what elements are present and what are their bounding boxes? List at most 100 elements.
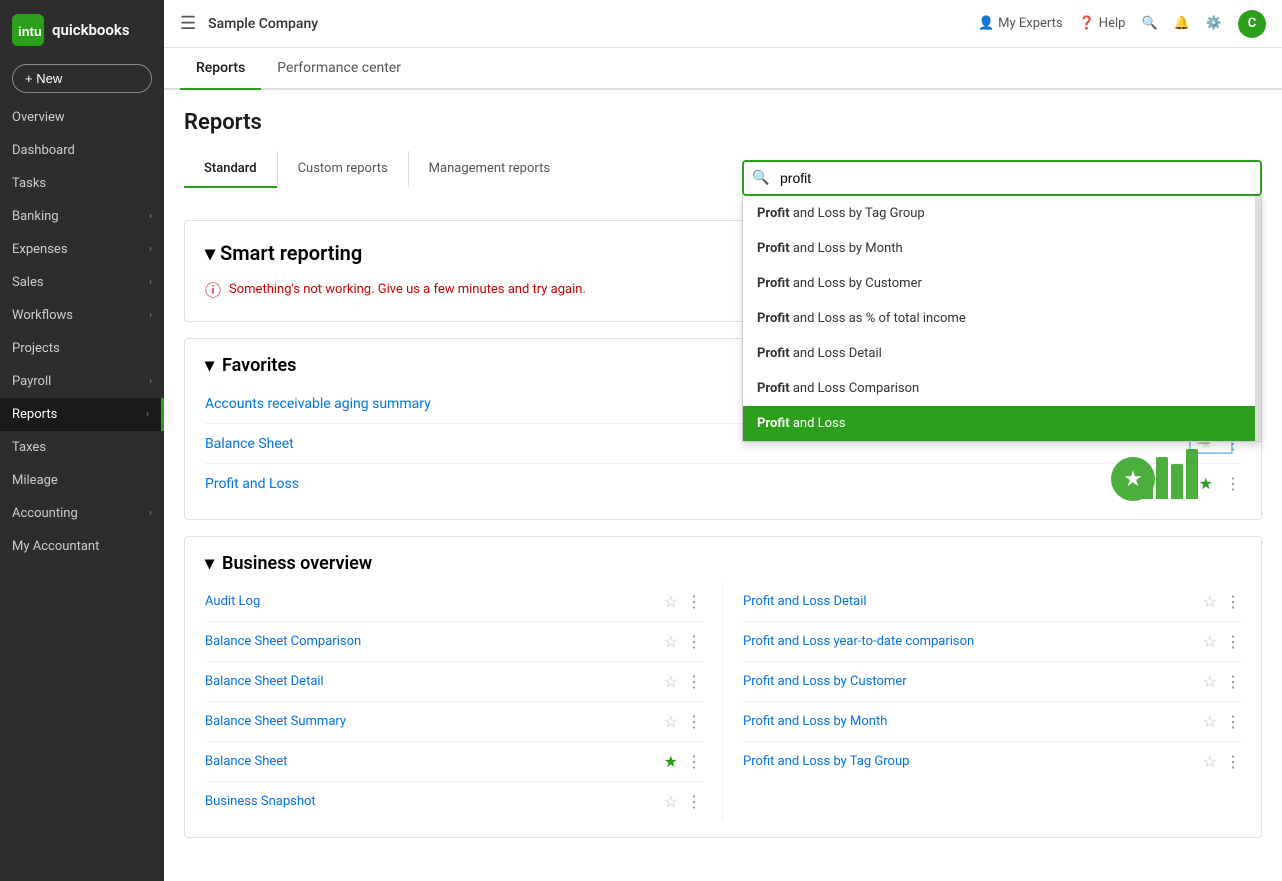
notifications-button[interactable]: 🔔 <box>1174 16 1190 31</box>
biz-report-name[interactable]: Audit Log <box>205 594 260 609</box>
biz-list-item: Balance Sheet Summary ☆ ⋮ <box>205 702 702 742</box>
search-input-icon: 🔍 <box>752 170 769 186</box>
tab-reports[interactable]: Reports <box>180 48 261 90</box>
dropdown-bold: Profit <box>757 311 790 326</box>
new-button[interactable]: + New <box>12 64 152 93</box>
dropdown-item-profit-loss-detail[interactable]: Profit and Loss Detail <box>743 336 1261 371</box>
biz-more-icon[interactable]: ⋮ <box>686 632 702 651</box>
my-experts-label: My Experts <box>998 16 1062 31</box>
biz-star-icon[interactable]: ☆ <box>1203 752 1217 771</box>
biz-report-name[interactable]: Profit and Loss by Tag Group <box>743 754 909 769</box>
settings-button[interactable]: ⚙️ <box>1206 16 1222 31</box>
sidebar-item-accounting[interactable]: Accounting › <box>0 497 164 530</box>
biz-star-icon[interactable]: ☆ <box>1203 632 1217 651</box>
sidebar-item-sales[interactable]: Sales › <box>0 266 164 299</box>
sidebar-item-overview[interactable]: Overview <box>0 101 164 134</box>
fav-report-name[interactable]: Accounts receivable aging summary <box>205 396 431 412</box>
sidebar-item-projects[interactable]: Projects <box>0 332 164 365</box>
biz-report-name[interactable]: Profit and Loss by Customer <box>743 674 907 689</box>
biz-report-name[interactable]: Balance Sheet Summary <box>205 714 346 729</box>
dropdown-bold: Profit <box>757 346 790 361</box>
search-input[interactable] <box>742 160 1262 196</box>
dropdown-scrollbar[interactable] <box>1255 196 1261 441</box>
biz-report-name[interactable]: Profit and Loss by Month <box>743 714 887 729</box>
biz-more-icon[interactable]: ⋮ <box>1225 752 1241 771</box>
dropdown-item-profit-loss-pct[interactable]: Profit and Loss as % of total income <box>743 301 1261 336</box>
sidebar-chevron-icon: › <box>149 244 152 255</box>
biz-more-icon[interactable]: ⋮ <box>686 792 702 811</box>
sidebar-label: Mileage <box>12 473 58 488</box>
biz-report-name[interactable]: Business Snapshot <box>205 794 316 809</box>
biz-star-icon[interactable]: ★ <box>664 752 678 771</box>
sidebar-item-taxes[interactable]: Taxes <box>0 431 164 464</box>
biz-more-icon[interactable]: ⋮ <box>686 672 702 691</box>
sidebar-item-expenses[interactable]: Expenses › <box>0 233 164 266</box>
main-content: ☰ Sample Company 👤 My Experts ❓ Help 🔍 🔔… <box>164 0 1282 881</box>
my-experts-button[interactable]: 👤 My Experts <box>978 16 1063 31</box>
sidebar-item-mileage[interactable]: Mileage <box>0 464 164 497</box>
biz-item-actions: ☆ ⋮ <box>664 672 702 691</box>
search-wrapper: 🔍 Profit and Loss by Tag GroupProfit and… <box>742 160 1262 196</box>
dropdown-item-profit-loss-month[interactable]: Profit and Loss by Month <box>743 231 1261 266</box>
biz-list-item: Balance Sheet Detail ☆ ⋮ <box>205 662 702 702</box>
biz-item-actions: ☆ ⋮ <box>1203 752 1241 771</box>
sidebar-chevron-icon: › <box>149 211 152 222</box>
biz-list-item: Profit and Loss by Customer ☆ ⋮ <box>743 662 1241 702</box>
help-button[interactable]: ❓ Help <box>1079 16 1126 31</box>
biz-report-name[interactable]: Balance Sheet <box>205 754 287 769</box>
biz-more-icon[interactable]: ⋮ <box>686 712 702 731</box>
dropdown-bold: Profit <box>757 206 790 221</box>
sidebar-chevron-icon: › <box>149 508 152 519</box>
business-overview-section: ▾ Business overview Audit Log ☆ ⋮ Balanc… <box>184 536 1262 838</box>
my-experts-icon: 👤 <box>978 16 994 31</box>
dropdown-item-profit-loss-comparison[interactable]: Profit and Loss Comparison <box>743 371 1261 406</box>
fav-report-name[interactable]: Balance Sheet <box>205 436 294 452</box>
biz-col-right: Profit and Loss Detail ☆ ⋮ Profit and Lo… <box>723 582 1241 821</box>
biz-star-icon[interactable]: ☆ <box>664 632 678 651</box>
biz-more-icon[interactable]: ⋮ <box>1225 712 1241 731</box>
sidebar-item-tasks[interactable]: Tasks <box>0 167 164 200</box>
biz-report-name[interactable]: Profit and Loss year-to-date comparison <box>743 634 974 649</box>
error-icon: ⓘ <box>205 277 221 301</box>
biz-report-name[interactable]: Profit and Loss Detail <box>743 594 867 609</box>
sidebar-item-reports[interactable]: Reports › <box>0 398 164 431</box>
biz-star-icon[interactable]: ☆ <box>1203 592 1217 611</box>
dropdown-item-profit-loss-customer[interactable]: Profit and Loss by Customer <box>743 266 1261 301</box>
biz-list-item: Profit and Loss by Tag Group ☆ ⋮ <box>743 742 1241 781</box>
dropdown-item-profit-loss-tag[interactable]: Profit and Loss by Tag Group <box>743 196 1261 231</box>
biz-more-icon[interactable]: ⋮ <box>1225 592 1241 611</box>
sidebar-item-dashboard[interactable]: Dashboard <box>0 134 164 167</box>
sidebar-item-payroll[interactable]: Payroll › <box>0 365 164 398</box>
biz-star-icon[interactable]: ☆ <box>1203 712 1217 731</box>
biz-report-name[interactable]: Balance Sheet Detail <box>205 674 324 689</box>
report-tab-management-reports[interactable]: Management reports <box>408 151 570 188</box>
biz-report-name[interactable]: Balance Sheet Comparison <box>205 634 361 649</box>
sidebar-label: Overview <box>12 110 65 125</box>
sidebar-item-banking[interactable]: Banking › <box>0 200 164 233</box>
biz-more-icon[interactable]: ⋮ <box>686 752 702 771</box>
biz-star-icon[interactable]: ☆ <box>664 712 678 731</box>
biz-star-icon[interactable]: ☆ <box>664 792 678 811</box>
user-avatar[interactable]: C <box>1238 10 1266 38</box>
gear-icon: ⚙️ <box>1206 16 1222 31</box>
report-tab-custom-reports[interactable]: Custom reports <box>277 151 408 188</box>
biz-more-icon[interactable]: ⋮ <box>1225 632 1241 651</box>
report-tabs: StandardCustom reportsManagement reports <box>184 151 570 188</box>
dropdown-item-profit-loss[interactable]: Profit and Loss <box>743 406 1261 441</box>
biz-star-icon[interactable]: ☆ <box>664 672 678 691</box>
biz-star-icon[interactable]: ☆ <box>664 592 678 611</box>
hamburger-icon[interactable]: ☰ <box>180 13 196 34</box>
report-tab-standard[interactable]: Standard <box>184 151 277 188</box>
biz-list-item: Balance Sheet Comparison ☆ ⋮ <box>205 622 702 662</box>
tab-performance-center[interactable]: Performance center <box>261 48 417 90</box>
biz-more-icon[interactable]: ⋮ <box>686 592 702 611</box>
biz-item-actions: ☆ ⋮ <box>1203 672 1241 691</box>
biz-list-item: Business Snapshot ☆ ⋮ <box>205 782 702 821</box>
favorites-title: Favorites <box>222 355 296 376</box>
sidebar-item-workflows[interactable]: Workflows › <box>0 299 164 332</box>
biz-more-icon[interactable]: ⋮ <box>1225 672 1241 691</box>
sidebar-item-my-accountant[interactable]: My Accountant <box>0 530 164 563</box>
search-button[interactable]: 🔍 <box>1141 16 1157 31</box>
fav-report-name[interactable]: Profit and Loss <box>205 476 299 492</box>
biz-star-icon[interactable]: ☆ <box>1203 672 1217 691</box>
